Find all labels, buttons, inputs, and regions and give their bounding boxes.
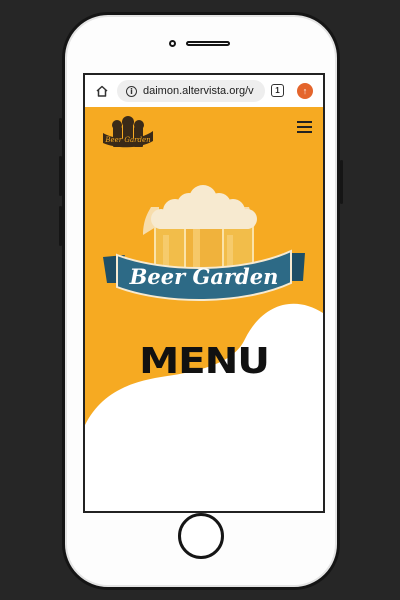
web-page: Beer Garden Beer Garden MENU — [85, 107, 323, 511]
hero-logo-wordmark: Beer Garden — [129, 264, 279, 289]
phone-home-button[interactable] — [178, 513, 224, 559]
site-logo[interactable]: Beer Garden — [101, 115, 155, 151]
svg-text:Beer Garden: Beer Garden — [129, 264, 279, 289]
phone-screen: i daimon.altervista.org/v 1 ↑ Beer Garde… — [83, 73, 325, 513]
url-field[interactable]: i daimon.altervista.org/v — [117, 80, 265, 102]
browser-address-bar: i daimon.altervista.org/v 1 ↑ — [85, 75, 323, 107]
phone-power-button — [340, 160, 343, 204]
svg-text:Beer Garden: Beer Garden — [104, 136, 151, 144]
earpiece-speaker — [186, 41, 230, 46]
tabs-icon[interactable]: 1 — [271, 84, 284, 97]
phone-volume-down — [59, 206, 62, 246]
extension-icon[interactable]: ↑ — [297, 83, 313, 99]
front-camera — [169, 40, 176, 47]
info-icon[interactable]: i — [126, 85, 137, 97]
phone-volume-up — [59, 156, 62, 196]
page-title: MENU — [139, 341, 270, 382]
hero-background: Beer Garden — [85, 107, 323, 425]
url-text: daimon.altervista.org/v — [143, 85, 254, 97]
hamburger-menu-icon[interactable] — [297, 121, 312, 136]
phone-side-button — [59, 118, 62, 140]
home-icon[interactable] — [95, 84, 109, 98]
